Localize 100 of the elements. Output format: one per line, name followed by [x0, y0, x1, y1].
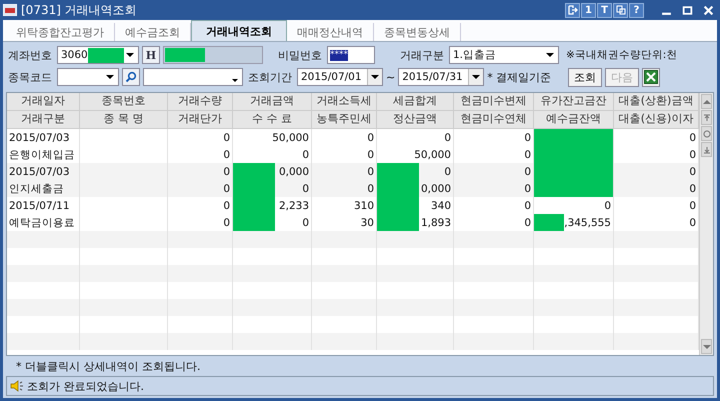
table-cell: 0 [223, 166, 230, 178]
table-cell: 0 [367, 182, 374, 194]
column-header: 현금미수변제 [454, 93, 534, 110]
toolbar-button[interactable]: 1 [581, 2, 596, 18]
page-up-icon[interactable] [701, 110, 712, 125]
account-field[interactable]: 3060 [57, 46, 139, 64]
table-cell: ,345,555 [564, 216, 611, 228]
scrollbar[interactable] [699, 93, 713, 355]
copy-icon[interactable] [613, 2, 628, 18]
column-header: 거래수량 [168, 93, 233, 110]
table-cell: 0 [367, 148, 374, 160]
column-header: 수 수 료 [233, 111, 312, 128]
tab[interactable]: 매매정산내역 [287, 23, 374, 41]
scroll-up-icon[interactable] [701, 94, 712, 109]
exit-icon[interactable] [565, 2, 580, 18]
table-cell: 30 [360, 216, 374, 228]
h-button[interactable]: H [142, 46, 160, 64]
table-cell: 0 [524, 182, 531, 194]
period-label: 조회기간 [247, 70, 293, 84]
table-cell: 0 [524, 132, 531, 144]
column-header: 유가잔고금잔 [534, 93, 614, 110]
table-cell: 0 [524, 200, 531, 212]
column-header: 농특주민세 [312, 111, 377, 128]
status-message: 조회가 완료되었습니다. [27, 378, 144, 394]
type-label: 거래구분 [399, 48, 445, 62]
table-cell: 340 [430, 200, 451, 212]
caret-icon[interactable] [546, 53, 554, 57]
column-header: 정산금액 [377, 111, 454, 128]
column-header: 거래구분 [7, 111, 80, 128]
table-cell: 0 [302, 182, 309, 194]
table-cell: 0 [302, 216, 309, 228]
table-cell-text: 2015/07/03 [8, 132, 70, 144]
tab[interactable]: 종목변동상세 [374, 23, 461, 41]
table-cell: 0 [223, 148, 230, 160]
table-cell: 0 [223, 200, 230, 212]
date-from-field[interactable]: 2015/07/01 [297, 68, 383, 86]
tab[interactable]: 위탁종합잔고평가 [6, 23, 115, 41]
table-cell: 0 [689, 216, 696, 228]
maximize-icon[interactable] [682, 4, 693, 16]
tab[interactable]: 거래내역조회 [191, 20, 287, 41]
table-cell: 0 [689, 182, 696, 194]
table-cell-text: 2015/07/03 [8, 166, 70, 178]
table-cell: 50,000 [414, 148, 451, 160]
table-cell: 310 [354, 200, 374, 212]
table-cell-text: 인지세출금 [8, 182, 64, 196]
password-label: 비밀번호 [277, 48, 323, 62]
window-title: [0731] 거래내역조회 [21, 2, 138, 18]
table-cell: 0 [444, 166, 451, 178]
table-cell: 50,000 [272, 132, 309, 144]
app-icon [3, 4, 17, 16]
table-cell: 0 [524, 148, 531, 160]
table-cell: 0 [223, 182, 230, 194]
table-cell-text: 은행이체입금 [8, 148, 75, 162]
table-cell: 2,233 [278, 200, 309, 212]
table-cell: 0 [223, 132, 230, 144]
search-button[interactable] [122, 68, 140, 86]
query-button[interactable]: 조회 [568, 68, 602, 86]
column-header: 종 목 명 [80, 111, 168, 128]
table-cell-text: 예탁금이용료 [8, 216, 75, 230]
column-header: 거래단가 [168, 111, 233, 128]
column-header: 거래금액 [233, 93, 312, 110]
basis-note: * 결제일기준 [487, 70, 552, 84]
caret-icon[interactable] [468, 69, 484, 85]
column-header: 거래소득세 [312, 93, 377, 110]
table-cell: 0 [689, 132, 696, 144]
spreadsheet-icon[interactable] [642, 68, 660, 86]
column-header: 현금미수연체 [454, 111, 534, 128]
table-cell: 0 [444, 132, 451, 144]
column-header: 거래일자 [7, 93, 80, 110]
type-dropdown[interactable]: 1.입출금 [449, 46, 559, 64]
page-down-icon[interactable] [701, 142, 712, 157]
table-cell: 0 [524, 216, 531, 228]
account-label: 계좌번호 [7, 48, 53, 62]
scroll-down-icon[interactable] [701, 339, 712, 354]
close-icon[interactable] [703, 4, 714, 16]
caret-icon[interactable] [126, 53, 134, 57]
caret-icon[interactable] [232, 78, 238, 82]
unit-note: ※국내채권수량단위:천 [566, 48, 678, 62]
table-cell: 0 [689, 166, 696, 178]
column-header: 종목번호 [80, 93, 168, 110]
toolbar-button[interactable]: ? [629, 2, 644, 18]
speaker-icon [10, 380, 24, 392]
caret-icon[interactable] [106, 75, 114, 79]
table-cell: 0 [367, 166, 374, 178]
column-header: 세금합계 [377, 93, 454, 110]
table-cell: 0 [302, 148, 309, 160]
hint-text: * 더블클릭시 상세내역이 조회됩니다. [16, 358, 200, 374]
table-cell-text: 2015/07/11 [8, 200, 70, 212]
code-label: 종목코드 [7, 70, 53, 84]
password-field[interactable]: **** [327, 46, 375, 64]
table-cell: 0 [689, 200, 696, 212]
table-cell: 0 [689, 148, 696, 160]
date-to-field[interactable]: 2015/07/31 [398, 68, 484, 86]
table-cell: 0 [524, 166, 531, 178]
caret-icon[interactable] [367, 69, 382, 85]
column-header: 예수금잔액 [534, 111, 614, 128]
table-cell: 0,000 [420, 182, 451, 194]
tilde: ~ [386, 70, 396, 84]
table-cell: 0 [604, 200, 611, 212]
toolbar-button[interactable]: T [597, 2, 612, 18]
